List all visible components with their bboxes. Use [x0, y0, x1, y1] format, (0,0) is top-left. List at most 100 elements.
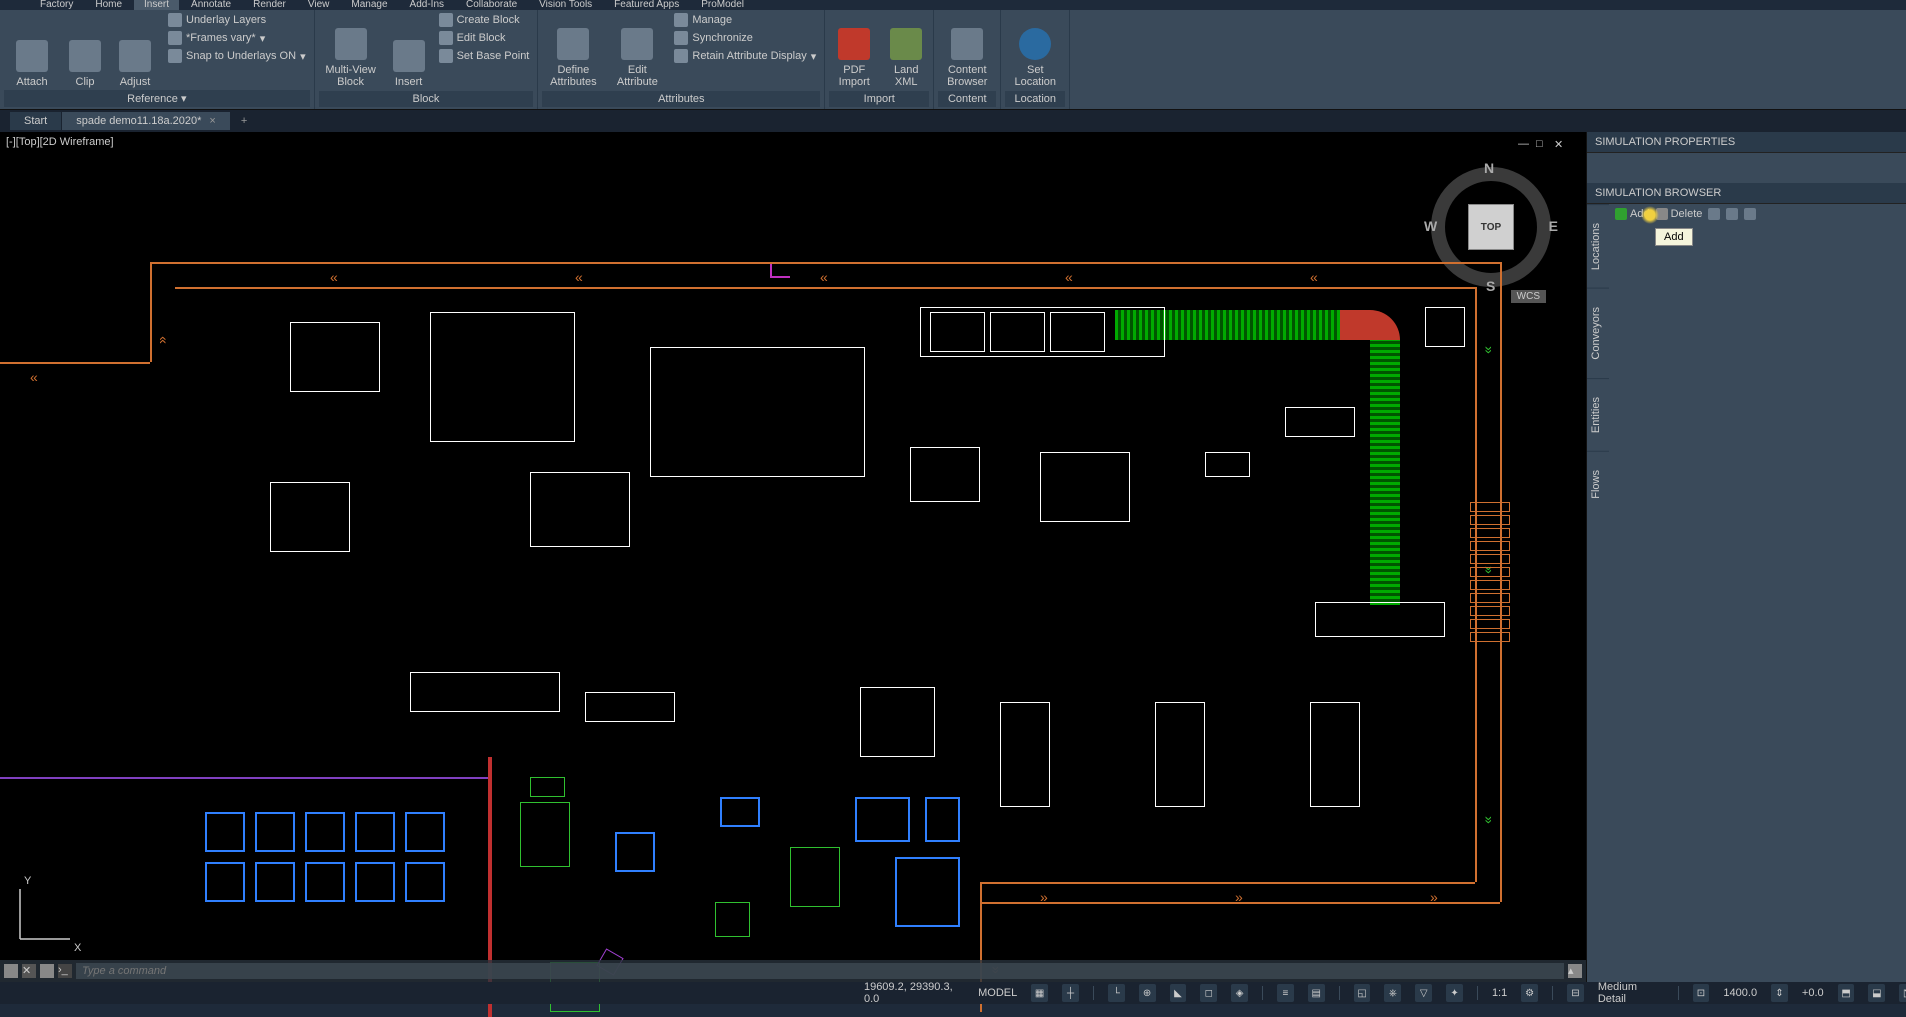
isodraft-toggle[interactable]: ◣	[1170, 984, 1187, 1002]
synchronize-button[interactable]: Synchronize	[670, 30, 820, 46]
define-attributes-button[interactable]: Define Attributes	[542, 12, 604, 90]
insert-block-button[interactable]: Insert	[387, 12, 431, 90]
set-location-button[interactable]: Set Location	[1005, 12, 1065, 90]
ribbon-tab-home[interactable]: Home	[85, 0, 132, 10]
transparency-toggle[interactable]: ▤	[1308, 984, 1325, 1002]
ribbon-tab-insert[interactable]: Insert	[134, 0, 179, 10]
land-icon	[890, 28, 922, 60]
simulation-properties-header[interactable]: SIMULATION PROPERTIES	[1587, 132, 1906, 153]
layer-key-icon[interactable]: ⬔	[1899, 984, 1906, 1002]
annotation-scale[interactable]: 1:1	[1492, 987, 1507, 999]
share-button[interactable]	[1744, 208, 1756, 220]
insert-label: Insert	[395, 76, 423, 88]
move-up-button[interactable]	[1708, 208, 1720, 220]
multiview-button[interactable]: Multi-View Block	[319, 12, 383, 90]
ribbon-group-import: PDF Import Land XML Import	[825, 10, 934, 109]
scale-icon[interactable]: ⊡	[1693, 984, 1710, 1002]
land-xml-button[interactable]: Land XML	[883, 12, 929, 90]
ribbon-tab-factory[interactable]: Factory	[30, 0, 83, 10]
close-icon[interactable]: ×	[209, 115, 215, 127]
new-tab-button[interactable]: +	[231, 112, 257, 130]
edit-attribute-button[interactable]: Edit Attribute	[608, 12, 666, 90]
drawing-canvas[interactable]: [-][Top][2D Wireframe] — □ ✕ TOP N S E W…	[0, 132, 1586, 982]
clip-button[interactable]: Clip	[64, 12, 106, 90]
delete-button[interactable]: Delete	[1656, 208, 1703, 220]
ribbon-group-label[interactable]: Reference ▾	[4, 90, 310, 107]
create-block-button[interactable]: Create Block	[435, 12, 534, 28]
cmdline-close-icon[interactable]: ✕	[22, 964, 36, 978]
set-base-point-button[interactable]: Set Base Point	[435, 48, 534, 64]
basepoint-icon	[439, 49, 453, 63]
file-tabs: Start spade demo11.18a.2020*× +	[0, 110, 1906, 132]
vtab-flows[interactable]: Flows	[1587, 451, 1609, 517]
surface-hatch-icon[interactable]: ⬓	[1868, 984, 1885, 1002]
frames-dropdown[interactable]: *Frames vary*▾	[164, 30, 310, 46]
elevation-value[interactable]: +0.0	[1802, 987, 1824, 999]
lineweight-toggle[interactable]: ≡	[1277, 984, 1294, 1002]
ribbon-tab-featuredapps[interactable]: Featured Apps	[604, 0, 689, 10]
elevation-icon[interactable]: ⇕	[1771, 984, 1788, 1002]
vtab-locations[interactable]: Locations	[1587, 204, 1609, 288]
simulation-browser-header[interactable]: SIMULATION BROWSER	[1587, 183, 1906, 204]
arrow-down-icon	[1726, 208, 1738, 220]
snap-label: Snap to Underlays ON	[186, 50, 296, 62]
ribbon-tab-promodel[interactable]: ProModel	[691, 0, 754, 10]
layers-icon	[168, 13, 182, 27]
ribbon-tab-annotate[interactable]: Annotate	[181, 0, 241, 10]
gear-icon[interactable]: ⚙	[1521, 984, 1538, 1002]
cmdline-recent-icon[interactable]	[40, 964, 54, 978]
vtab-conveyors[interactable]: Conveyors	[1587, 288, 1609, 378]
ucs-x: X	[74, 942, 81, 954]
chevron-down-icon: ▾	[300, 50, 306, 63]
content-browser-button[interactable]: Content Browser	[938, 12, 996, 90]
underlay-layers-button[interactable]: Underlay Layers	[164, 12, 310, 28]
basepoint-label: Set Base Point	[457, 50, 530, 62]
command-input[interactable]	[76, 963, 1564, 979]
manage-button[interactable]: Manage	[670, 12, 820, 28]
osnap-toggle[interactable]: ◻	[1200, 984, 1217, 1002]
adjust-button[interactable]: Adjust	[110, 12, 160, 90]
move-down-button[interactable]	[1726, 208, 1738, 220]
polar-toggle[interactable]: ⊕	[1139, 984, 1156, 1002]
vtab-entities[interactable]: Entities	[1587, 378, 1609, 451]
ribbon-tab-collaborate[interactable]: Collaborate	[456, 0, 527, 10]
arrow-up-icon	[1708, 208, 1720, 220]
grid-toggle[interactable]: ▦	[1031, 984, 1048, 1002]
attach-button[interactable]: Attach	[4, 12, 60, 90]
main-area: [-][Top][2D Wireframe] — □ ✕ TOP N S E W…	[0, 132, 1906, 982]
gizmo[interactable]: ✦	[1446, 984, 1463, 1002]
scale-value[interactable]: 1400.0	[1723, 987, 1757, 999]
cut-plane-icon[interactable]: ⊟	[1567, 984, 1584, 1002]
ortho-toggle[interactable]: └	[1108, 984, 1125, 1002]
cmdline-customize-icon[interactable]	[4, 964, 18, 978]
coordinates[interactable]: 19609.2, 29390.3, 0.0	[864, 981, 964, 1005]
ribbon-tab-view[interactable]: View	[298, 0, 340, 10]
detail-level[interactable]: Medium Detail	[1598, 981, 1664, 1005]
pdf-import-button[interactable]: PDF Import	[829, 12, 879, 90]
add-button[interactable]: Add	[1615, 208, 1650, 220]
file-tab-start[interactable]: Start	[10, 112, 62, 130]
ribbon-group-location: Set Location Location	[1001, 10, 1070, 109]
cmdline-expand-icon[interactable]: ▴	[1568, 964, 1582, 978]
ribbon-tab-render[interactable]: Render	[243, 0, 296, 10]
replace-z-icon[interactable]: ⬒	[1838, 984, 1855, 1002]
snap-toggle[interactable]: ┼	[1062, 984, 1079, 1002]
ribbon-tab-visiontools[interactable]: Vision Tools	[529, 0, 602, 10]
dyn-ucs[interactable]: ⎈	[1384, 984, 1401, 1002]
ribbon-tab-manage[interactable]: Manage	[341, 0, 397, 10]
ucs-icon[interactable]: Y X	[10, 879, 80, 952]
attach-label: Attach	[16, 76, 47, 88]
define-attr-icon	[557, 28, 589, 60]
selection-cycling[interactable]: ◱	[1354, 984, 1371, 1002]
selection-filter[interactable]: ▽	[1415, 984, 1432, 1002]
edit-block-button[interactable]: Edit Block	[435, 30, 534, 46]
file-tab-active[interactable]: spade demo11.18a.2020*×	[62, 112, 231, 130]
snap-underlays-dropdown[interactable]: Snap to Underlays ON ▾	[164, 48, 310, 64]
3dosnap-toggle[interactable]: ◈	[1231, 984, 1248, 1002]
retain-attribute-dropdown[interactable]: Retain Attribute Display▾	[670, 48, 820, 64]
ribbon-tab-addins[interactable]: Add-Ins	[400, 0, 454, 10]
drawing-layer: « « « « « « « » » » « « « «	[0, 132, 1586, 982]
status-model[interactable]: MODEL	[978, 987, 1017, 999]
ribbon-panel: Attach Clip Adjust Underlay Layers *Fram…	[0, 10, 1906, 110]
edit-block-label: Edit Block	[457, 32, 506, 44]
